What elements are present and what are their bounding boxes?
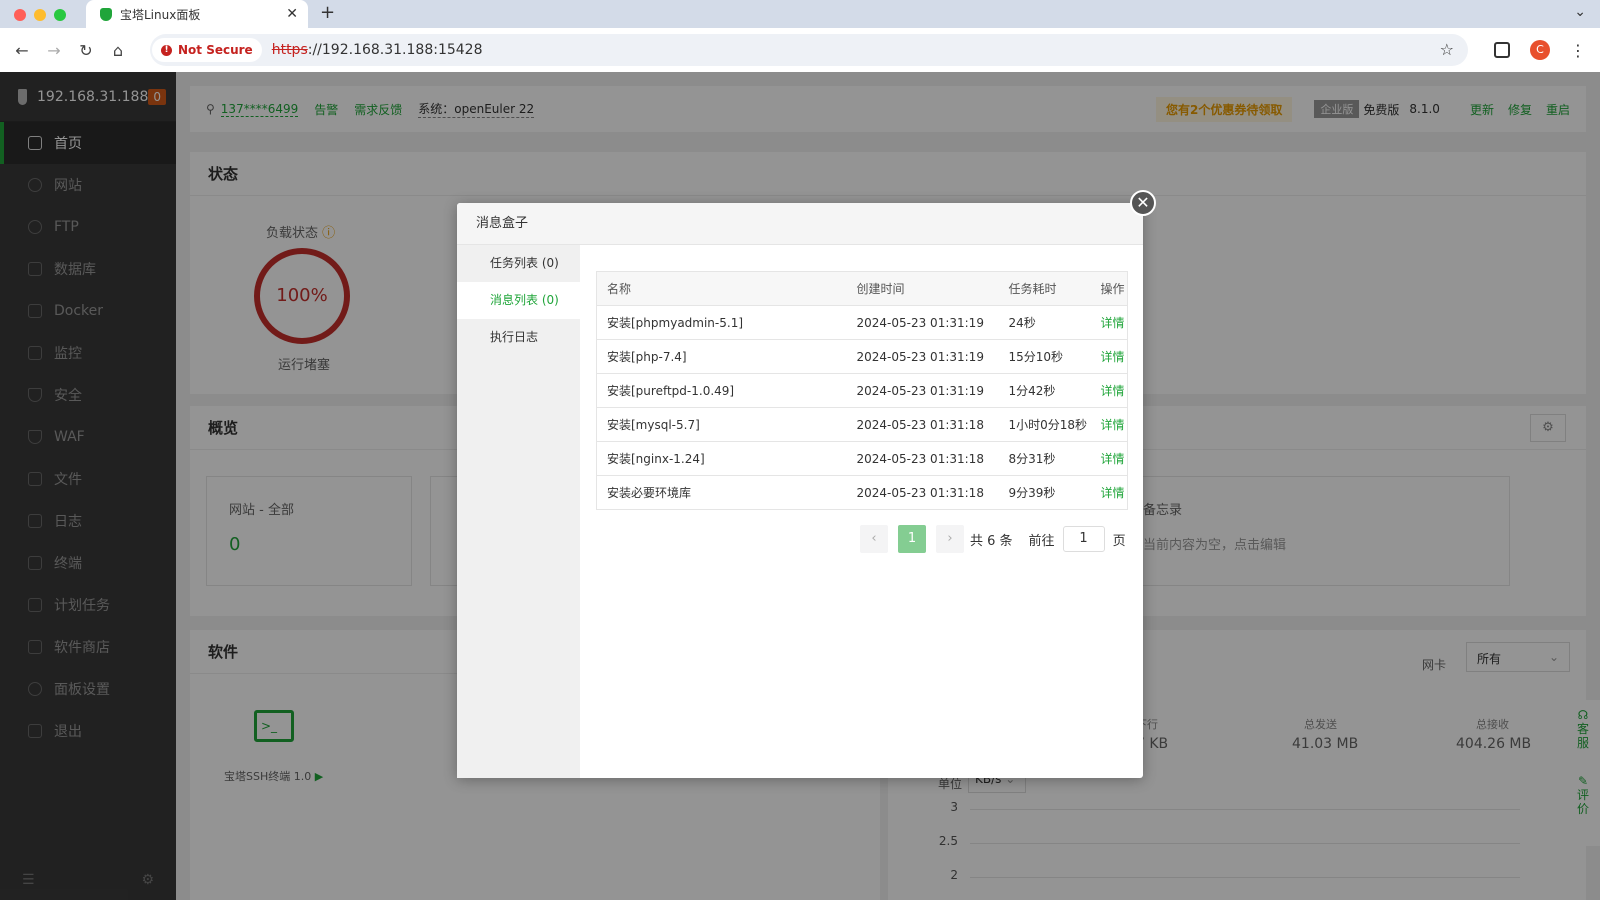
profile-avatar[interactable]: C (1530, 40, 1550, 60)
bookmark-star-icon[interactable]: ☆ (1440, 40, 1454, 59)
row-time: 2024-05-23 01:31:18 (846, 407, 999, 442)
col-created: 创建时间 (846, 271, 999, 306)
page-jump-input[interactable]: 1 (1062, 526, 1105, 552)
reload-icon[interactable]: ↻ (70, 41, 102, 60)
address-bar[interactable]: ! Not Secure https://192.168.31.188:1542… (150, 34, 1468, 66)
row-duration: 15分10秒 (998, 339, 1091, 374)
not-secure-label: Not Secure (178, 43, 253, 57)
warning-icon: ! (161, 44, 172, 56)
row-name: 安装[phpmyadmin-5.1] (596, 305, 847, 340)
goto-label: 前往 (1028, 533, 1055, 549)
row-name: 安装[pureftpd-1.0.49] (596, 373, 847, 408)
page-number-current[interactable]: 1 (898, 525, 926, 553)
row-name: 安装[mysql-5.7] (596, 407, 847, 442)
table-row: 安装必要环境库 2024-05-23 01:31:18 9分39秒 详情 (596, 475, 1128, 510)
col-name: 名称 (596, 271, 847, 306)
back-arrow-icon[interactable]: ← (6, 41, 38, 60)
row-name: 安装[php-7.4] (596, 339, 847, 374)
table-header-row: 名称 创建时间 任务耗时 操作 (596, 271, 1128, 306)
message-box-modal: 消息盒子 任务列表 (0) 消息列表 (0) 执行日志 名称 创建时间 任务耗时… (457, 203, 1143, 778)
row-detail-link[interactable]: 详情 (1090, 373, 1128, 408)
security-chip[interactable]: ! Not Secure (152, 38, 262, 62)
url-scheme: https (271, 42, 308, 58)
row-time: 2024-05-23 01:31:19 (846, 305, 999, 340)
home-icon[interactable]: ⌂ (102, 41, 134, 60)
table-row: 安装[pureftpd-1.0.49] 2024-05-23 01:31:19 1分… (596, 373, 1128, 408)
col-duration: 任务耗时 (998, 271, 1091, 306)
modal-nav: 任务列表 (0) 消息列表 (0) 执行日志 (457, 245, 580, 778)
tab-task-list[interactable]: 任务列表 (0) (457, 245, 580, 282)
row-duration: 8分31秒 (998, 441, 1091, 476)
tab-title: 宝塔Linux面板 (120, 7, 201, 22)
bt-favicon-icon (100, 7, 112, 21)
table-row: 安装[nginx-1.24] 2024-05-23 01:31:18 8分31秒 详情 (596, 441, 1128, 476)
row-detail-link[interactable]: 详情 (1090, 305, 1128, 340)
table-row: 安装[php-7.4] 2024-05-23 01:31:19 15分10秒 详情 (596, 339, 1128, 374)
pagination: ‹ 1 › 共 6 条 前往 1 页 (860, 525, 1126, 553)
new-tab-button[interactable]: + (320, 2, 335, 23)
modal-title: 消息盒子 (457, 203, 1143, 245)
row-name: 安装[nginx-1.24] (596, 441, 847, 476)
tab-search-chevron-icon[interactable]: ⌄ (1574, 4, 1586, 20)
row-duration: 9分39秒 (998, 475, 1091, 510)
row-duration: 1分42秒 (998, 373, 1091, 408)
url-host: ://192.168.31.188:15428 (307, 42, 483, 58)
row-name: 安装必要环境库 (596, 475, 847, 510)
browser-toolbar: ← → ↻ ⌂ ! Not Secure https://192.168.31.… (0, 28, 1600, 72)
modal-close-icon[interactable]: ✕ (1130, 190, 1156, 216)
forward-arrow-icon[interactable]: → (38, 41, 70, 60)
page-unit-label: 页 (1112, 533, 1126, 549)
tab-bar: 宝塔Linux面板 ✕ + ⌄ (0, 0, 1600, 28)
row-detail-link[interactable]: 详情 (1090, 407, 1128, 442)
row-duration: 24秒 (998, 305, 1091, 340)
table-row: 安装[phpmyadmin-5.1] 2024-05-23 01:31:19 24秒… (596, 305, 1128, 340)
close-window-button[interactable] (14, 9, 26, 21)
browser-menu-icon[interactable]: ⋮ (1570, 41, 1586, 60)
minimize-window-button[interactable] (34, 9, 46, 21)
toolbar-right: C ⋮ (1494, 28, 1586, 72)
browser-chrome: 宝塔Linux面板 ✕ + ⌄ ← → ↻ ⌂ ! Not Secure htt… (0, 0, 1600, 72)
extensions-icon[interactable] (1494, 42, 1510, 58)
prev-page-chevron-icon[interactable]: ‹ (860, 525, 888, 553)
tab-close-icon[interactable]: ✕ (286, 6, 298, 22)
row-detail-link[interactable]: 详情 (1090, 475, 1128, 510)
row-duration: 1小时0分18秒 (998, 407, 1091, 442)
table-row: 安装[mysql-5.7] 2024-05-23 01:31:18 1小时0分18秒… (596, 407, 1128, 442)
tab-message-list[interactable]: 消息列表 (0) (457, 282, 580, 319)
row-time: 2024-05-23 01:31:19 (846, 339, 999, 374)
tab-exec-log[interactable]: 执行日志 (457, 319, 580, 356)
row-detail-link[interactable]: 详情 (1090, 339, 1128, 374)
row-time: 2024-05-23 01:31:19 (846, 373, 999, 408)
row-time: 2024-05-23 01:31:18 (846, 475, 999, 510)
message-table: 名称 创建时间 任务耗时 操作 安装[phpmyadmin-5.1] 2024-0… (596, 271, 1128, 510)
row-time: 2024-05-23 01:31:18 (846, 441, 999, 476)
total-count: 共 6 条 (970, 533, 1013, 549)
row-detail-link[interactable]: 详情 (1090, 441, 1128, 476)
col-action: 操作 (1090, 271, 1128, 306)
next-page-chevron-icon[interactable]: › (936, 525, 964, 553)
zoom-window-button[interactable] (54, 9, 66, 21)
url-text: https://192.168.31.188:15428 (272, 42, 483, 58)
browser-tab[interactable]: 宝塔Linux面板 ✕ (86, 0, 308, 28)
